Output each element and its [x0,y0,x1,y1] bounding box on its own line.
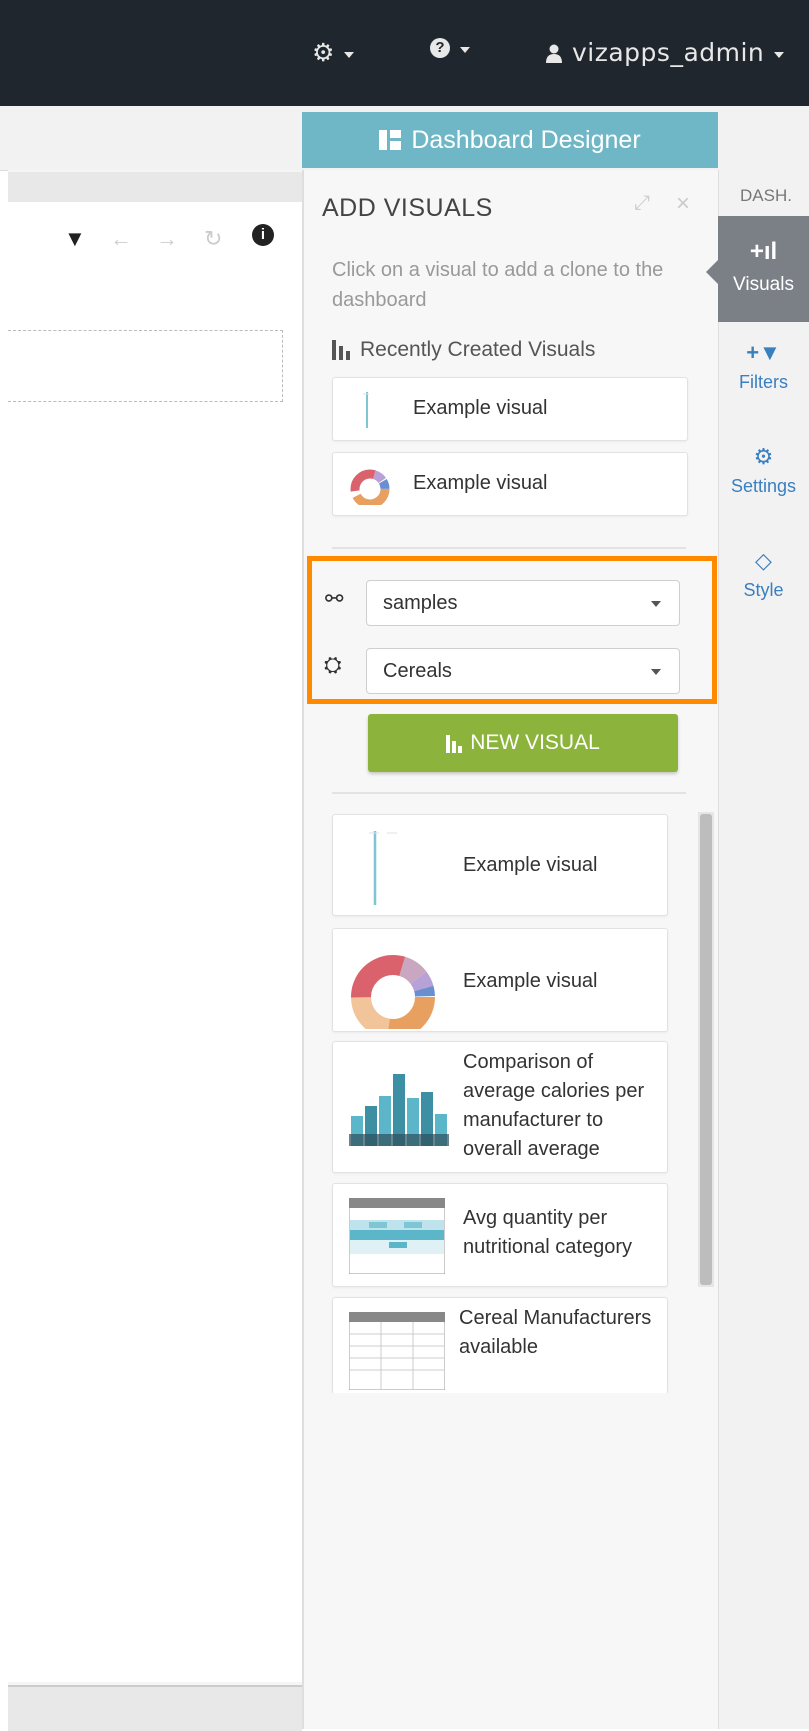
empty-dashboard-slot[interactable] [8,330,283,402]
help-menu[interactable]: ? [430,38,470,58]
bar-chart-icon [446,733,464,753]
canvas-header [8,172,302,202]
table-thumb [349,1312,445,1390]
undo-icon[interactable]: ← [110,226,132,252]
refresh-icon[interactable]: ↻ [204,226,222,252]
add-chart-icon: +ıl [749,238,778,265]
nav-item-label: Visuals [733,274,794,295]
recent-visual-label: Example visual [413,397,548,419]
close-icon[interactable]: × [676,190,690,218]
gear-icon: ⚙ [312,39,335,67]
expand-icon[interactable]: ⤢ [634,192,650,215]
chevron-down-icon [774,51,785,58]
cubes-icon: ⛭ [324,652,342,677]
question-circle-icon: ? [430,38,450,58]
visual-item-label: Avg quantity per nutritional category [463,1207,632,1258]
visual-item[interactable]: Comparison of average calories per manuf… [332,1041,668,1173]
link-icon: ⚯ [325,586,344,611]
connection-select-value: samples [383,592,458,614]
divider [332,792,686,794]
nav-item-filters[interactable]: +▼ Filters [718,340,809,393]
nav-item-visuals[interactable]: +ıl Visuals [706,216,809,322]
dash-header: DASH. [740,186,792,205]
canvas-footer [8,1685,302,1731]
chevron-down-icon [460,47,470,53]
gears-icon: ⚙ [753,444,774,469]
donut-thumb [351,955,435,1029]
table-highlight-thumb [349,1198,445,1274]
panel-description: Click on a visual to add a clone to the … [332,259,664,311]
divider [332,547,686,549]
scrollbar-thumb[interactable] [700,814,712,1285]
new-visual-label: NEW VISUAL [470,731,600,754]
caret-down-icon [651,601,661,607]
diamond-icon: ◇ [755,548,772,573]
new-visual-button[interactable]: NEW VISUAL [368,714,678,772]
visual-item-label: Example visual [463,854,598,876]
donut-thumb [350,469,390,505]
visual-item[interactable]: Example visual [332,814,668,916]
top-navbar: ⚙ ? vizapps_admin [0,0,809,106]
nav-item-settings[interactable]: ⚙ Settings [718,444,809,497]
connection-select[interactable]: samples [366,580,680,626]
bar-chart-icon [332,340,354,360]
designer-tab-label: Dashboard Designer [411,125,641,154]
info-icon[interactable]: i [252,224,274,246]
nav-item-label: Style [743,580,784,600]
layout-icon [379,130,402,150]
active-pointer [706,260,718,284]
dataset-select-value: Cereals [383,660,452,682]
visual-item-label: Cereal Manufacturers available [459,1307,652,1358]
line-thumb [369,831,397,905]
settings-menu[interactable]: ⚙ [312,38,355,68]
bar-thumb [349,1074,449,1146]
visual-item[interactable]: Avg quantity per nutritional category [332,1183,668,1287]
dataset-select[interactable]: Cereals [366,648,680,694]
line-thumb [363,392,369,428]
caret-down-icon [651,669,661,675]
tab-dashboard-designer[interactable]: Dashboard Designer [302,112,718,168]
user-icon [546,44,562,63]
nav-item-label: Filters [739,372,788,392]
nav-item-label: Settings [730,476,797,496]
panel-title: ADD VISUALS [322,194,493,222]
recent-visuals-heading: Recently Created Visuals [332,338,595,362]
list-clip [330,1393,670,1413]
visual-item[interactable]: Example visual [332,928,668,1032]
recent-visual-item[interactable]: Example visual [332,377,688,441]
visual-item-label: Comparison of average calories per manuf… [463,1051,645,1160]
canvas-area [8,202,302,1682]
visual-item[interactable]: Cereal Manufacturers available [332,1297,668,1394]
redo-icon[interactable]: → [156,226,178,252]
filter-icon[interactable]: ▼ [64,226,86,252]
chevron-down-icon [344,52,355,58]
right-sidebar [718,170,809,1729]
username: vizapps_admin [572,38,765,67]
nav-item-style[interactable]: ◇ Style [718,548,809,601]
visual-item-label: Example visual [463,970,598,992]
user-menu[interactable]: vizapps_admin [546,38,785,67]
recent-heading-label: Recently Created Visuals [360,338,596,361]
recent-visual-label: Example visual [413,472,548,494]
recent-visual-item[interactable]: Example visual [332,452,688,516]
add-filter-icon: +▼ [746,340,781,365]
